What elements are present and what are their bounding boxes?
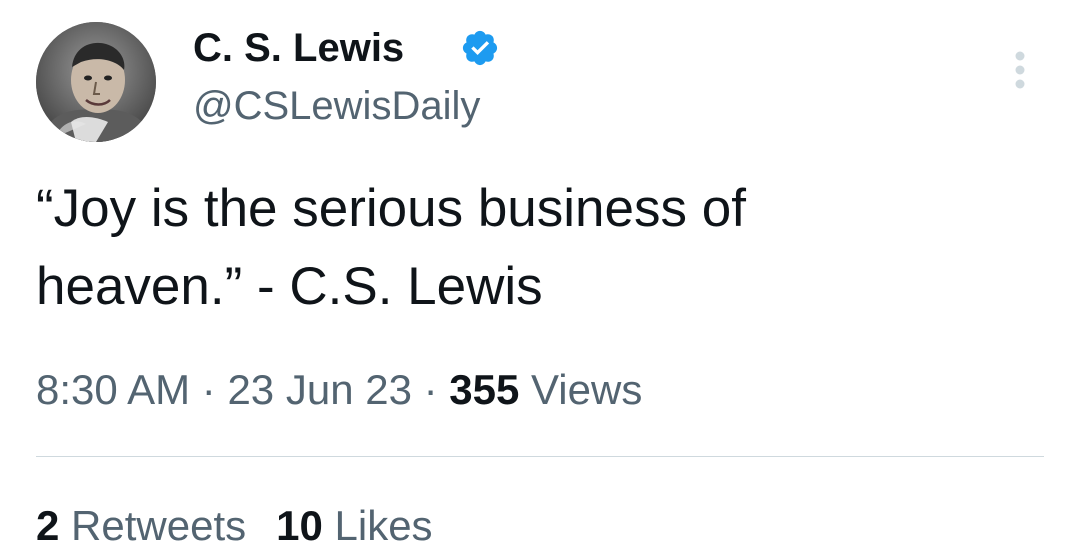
divider xyxy=(36,456,1044,457)
tweet-text: “Joy is the serious business of heaven.”… xyxy=(36,170,1036,326)
avatar-image xyxy=(36,22,156,142)
likes-count: 10 xyxy=(276,502,323,549)
tweet-text-line: “Joy is the serious business of xyxy=(36,179,746,238)
tweet-time[interactable]: 8:30 AM xyxy=(36,366,190,413)
likes-stat[interactable]: 10 Likes xyxy=(276,502,432,549)
meta-separator: · xyxy=(423,366,438,413)
views-count[interactable]: 355 xyxy=(449,366,519,413)
retweets-count: 2 xyxy=(36,502,60,549)
verified-badge-icon xyxy=(462,30,498,66)
more-vertical-icon xyxy=(1015,51,1025,89)
retweets-label: Retweets xyxy=(71,502,247,549)
retweets-stat[interactable]: 2 Retweets xyxy=(36,502,246,549)
tweet-date[interactable]: 23 Jun 23 xyxy=(227,366,412,413)
tweet-text-line: heaven.” - C.S. Lewis xyxy=(36,257,543,316)
author-handle[interactable]: @CSLewisDaily xyxy=(193,82,480,130)
author-display-name[interactable]: C. S. Lewis xyxy=(193,24,404,72)
tweet-meta: 8:30 AM · 23 Jun 23 · 355 Views xyxy=(36,362,642,418)
engagement-stats: 2 Retweets 10 Likes xyxy=(36,498,433,554)
author-avatar[interactable] xyxy=(36,22,156,142)
views-label[interactable]: Views xyxy=(531,366,642,413)
likes-label: Likes xyxy=(334,502,433,549)
meta-separator: · xyxy=(201,366,216,413)
more-options-button[interactable] xyxy=(1004,46,1036,94)
